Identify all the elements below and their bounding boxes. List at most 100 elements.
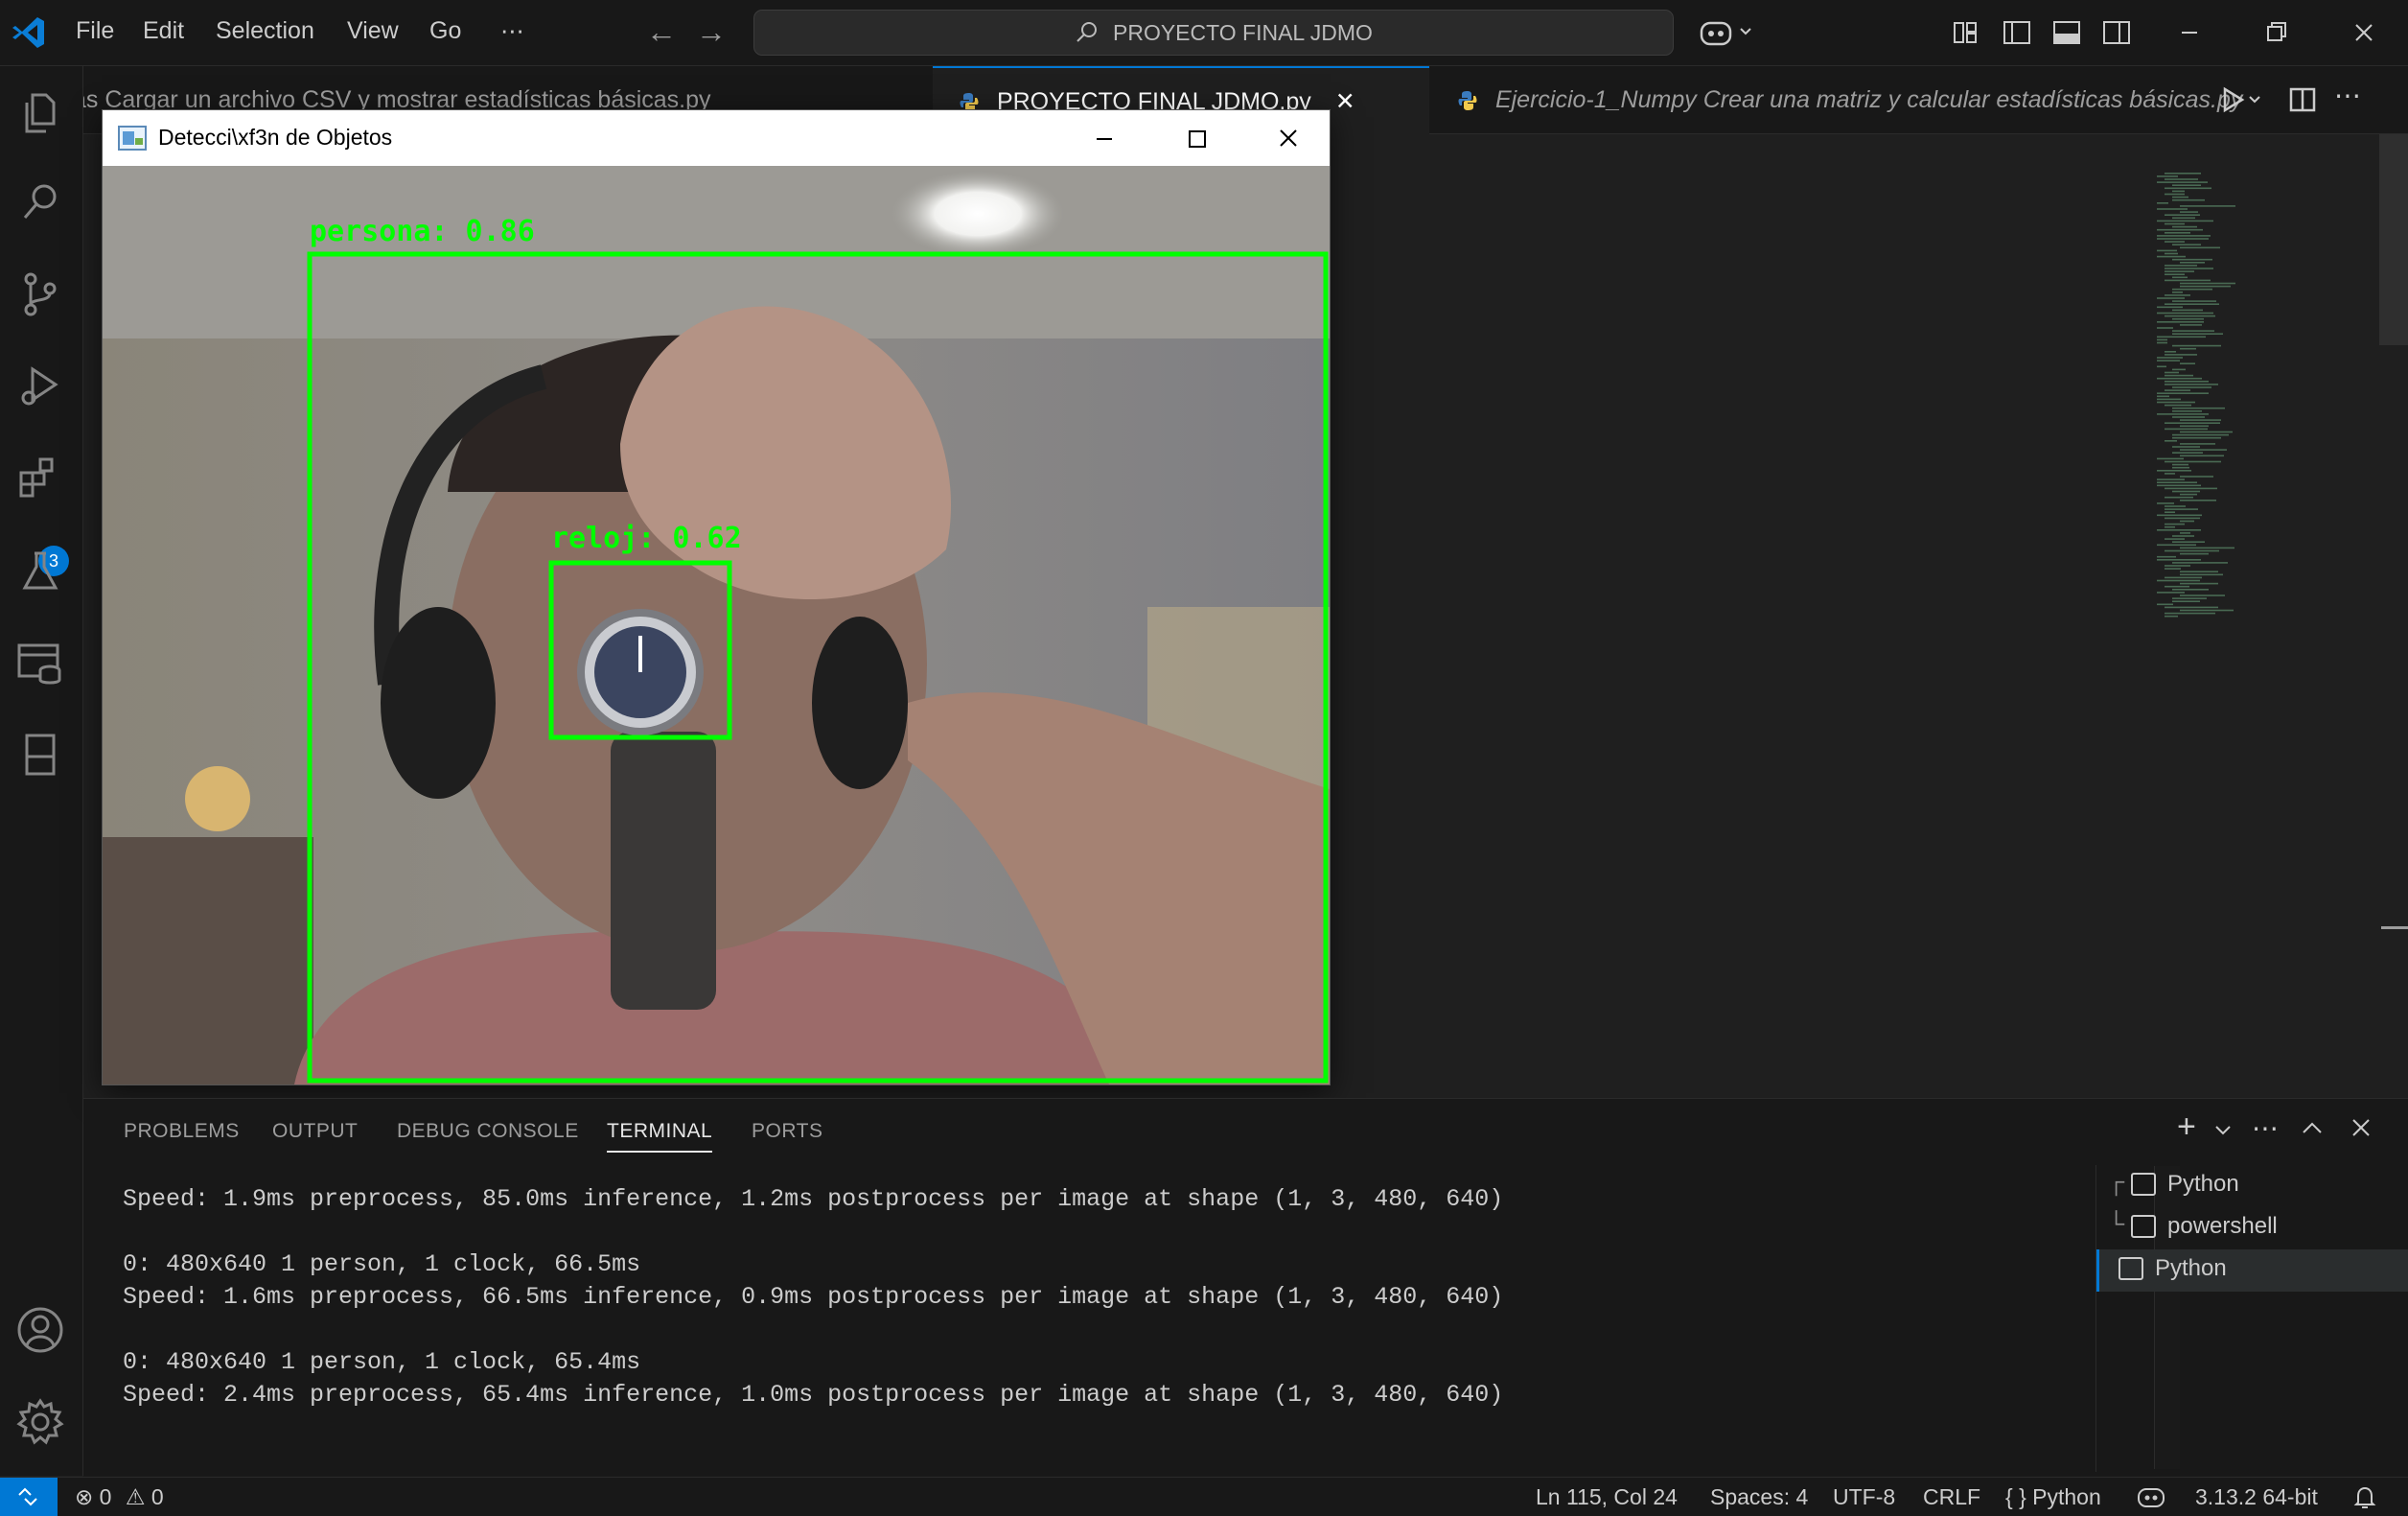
terminal-icon (2131, 1215, 2156, 1238)
panel-tab-debug-console[interactable]: DEBUG CONSOLE (397, 1120, 579, 1143)
minimap-code-line (2165, 222, 2185, 225)
cursor-position[interactable]: Ln 115, Col 24 (1536, 1484, 1678, 1510)
detection-window-titlebar[interactable]: Detecci\xf3n de Objetos (103, 110, 1330, 166)
minimap-code-line (2157, 502, 2174, 504)
minimap-code-line (2157, 481, 2197, 483)
minimap-code-line (2165, 384, 2218, 385)
notebook-icon[interactable] (13, 728, 67, 781)
panel-tab-problems[interactable]: PROBLEMS (124, 1120, 240, 1143)
command-center[interactable]: PROYECTO FINAL JDMO (753, 10, 1674, 56)
minimap-code-line (2165, 606, 2218, 609)
minimap-code-line (2172, 300, 2216, 302)
encoding[interactable]: UTF-8 (1833, 1484, 1895, 1510)
minimap-code-line (2180, 324, 2202, 326)
minimize-icon[interactable] (2170, 13, 2209, 52)
minimap-code-line (2165, 525, 2175, 528)
background-shelf (103, 837, 313, 1085)
command-center-text: PROYECTO FINAL JDMO (1113, 20, 1373, 45)
language-mode[interactable]: { } Python (2005, 1484, 2101, 1510)
error-icon: ⊗ (75, 1484, 94, 1509)
minimap-code-line (2157, 181, 2208, 183)
minimap-code-line (2165, 279, 2211, 282)
detection-close-icon[interactable] (1274, 124, 1303, 152)
more-actions-icon[interactable]: ⋯ (2334, 80, 2361, 111)
toggle-panel-icon[interactable] (2048, 13, 2086, 52)
minimap-code-line (2157, 249, 2177, 252)
search-icon (1077, 22, 1097, 42)
split-editor-icon[interactable] (2288, 85, 2317, 114)
menu-edit[interactable]: Edit (143, 17, 184, 45)
back-arrow-icon[interactable]: ← (646, 14, 677, 50)
menu-view[interactable]: View (347, 17, 399, 45)
terminal-item-label: powershell (2167, 1213, 2278, 1239)
menu-file[interactable]: File (76, 17, 114, 45)
terminal-dropdown-icon[interactable] (2213, 1124, 2233, 1137)
search-sidebar-icon[interactable] (13, 175, 67, 229)
end-of-line[interactable]: CRLF (1923, 1484, 1980, 1510)
close-tab-icon[interactable]: ✕ (1335, 88, 1355, 115)
toggle-primary-sidebar-icon[interactable] (1998, 13, 2036, 52)
minimap-code-line (2157, 603, 2173, 606)
close-panel-icon[interactable] (2350, 1116, 2373, 1139)
problems-indicator[interactable]: ⊗ 0 ⚠ 0 (75, 1484, 164, 1510)
editor-scrollbar-thumb[interactable] (2379, 134, 2408, 345)
new-terminal-icon[interactable]: + (2177, 1108, 2196, 1146)
minimap-code-line (2172, 217, 2195, 220)
headphone-left (381, 607, 496, 799)
menu-selection[interactable]: Selection (216, 17, 314, 45)
accounts-icon[interactable] (13, 1303, 67, 1357)
run-python-file-icon[interactable] (2219, 85, 2267, 114)
source-control-icon[interactable] (13, 268, 67, 321)
minimap[interactable] (2155, 173, 2385, 633)
terminal-item-python-1[interactable]: ┌ Python (2096, 1165, 2408, 1207)
minimap-code-line (2180, 362, 2195, 364)
customize-layout-icon[interactable] (1946, 13, 1984, 52)
minimap-code-line (2172, 589, 2209, 591)
panel-tab-terminal[interactable]: TERMINAL (607, 1120, 713, 1153)
warning-count: 0 (150, 1484, 164, 1509)
copilot-status-icon[interactable] (2136, 1483, 2166, 1510)
minimap-code-line (2180, 547, 2234, 549)
minimap-code-line (2157, 392, 2209, 394)
minimap-code-line (2172, 276, 2188, 279)
run-debug-icon[interactable] (13, 360, 67, 413)
detection-minimize-icon[interactable] (1090, 124, 1119, 152)
indentation[interactable]: Spaces: 4 (1710, 1484, 1808, 1510)
copilot-icon[interactable] (1699, 15, 1756, 50)
forward-arrow-icon[interactable]: → (696, 14, 727, 50)
minimap-code-line (2180, 246, 2220, 249)
detection-maximize-icon[interactable] (1182, 124, 1211, 152)
settings-gear-icon[interactable] (13, 1395, 67, 1449)
minimap-code-line (2165, 568, 2181, 570)
explorer-icon[interactable] (13, 85, 67, 139)
minimap-code-line (2165, 538, 2185, 540)
close-window-icon[interactable] (2345, 13, 2383, 52)
terminal-output[interactable]: Speed: 1.9ms preprocess, 85.0ms inferenc… (123, 1183, 1503, 1411)
remote-indicator[interactable] (0, 1478, 58, 1516)
terminal-item-python-2[interactable]: Python (2096, 1249, 2408, 1292)
minimap-code-line (2172, 225, 2197, 228)
minimap-code-line (2180, 449, 2227, 451)
testing-flask-icon[interactable] (13, 544, 67, 597)
toggle-secondary-sidebar-icon[interactable] (2097, 13, 2136, 52)
panel-more-icon[interactable]: ⋯ (2252, 1112, 2279, 1144)
menu-more[interactable]: ⋯ (500, 17, 524, 46)
title-bar: File Edit Selection View Go ⋯ ← → PROYEC… (0, 0, 2408, 66)
restore-icon[interactable] (2257, 13, 2295, 52)
minimap-code-line (2165, 193, 2185, 196)
object-detection-window[interactable]: Detecci\xf3n de Objetos persona: 0.86 re… (102, 109, 1331, 1085)
menu-go[interactable]: Go (429, 17, 461, 45)
terminal-item-powershell[interactable]: └ powershell (2096, 1207, 2408, 1249)
database-icon[interactable] (13, 636, 67, 689)
panel-tab-ports[interactable]: PORTS (752, 1120, 822, 1143)
panel-tab-output[interactable]: OUTPUT (272, 1120, 358, 1143)
minimap-code-line (2165, 214, 2200, 216)
maximize-panel-icon[interactable] (2300, 1118, 2325, 1137)
minimap-code-line (2165, 422, 2220, 424)
extensions-icon[interactable] (13, 452, 67, 505)
python-interpreter[interactable]: 3.13.2 64-bit (2195, 1484, 2318, 1510)
notifications-bell-icon[interactable] (2352, 1485, 2377, 1510)
minimap-code-line (2165, 517, 2200, 520)
tab-numpy-exercise[interactable]: Ejercicio-1_Numpy Crear una matriz y cal… (1431, 66, 2265, 133)
minimap-code-line (2157, 321, 2204, 323)
